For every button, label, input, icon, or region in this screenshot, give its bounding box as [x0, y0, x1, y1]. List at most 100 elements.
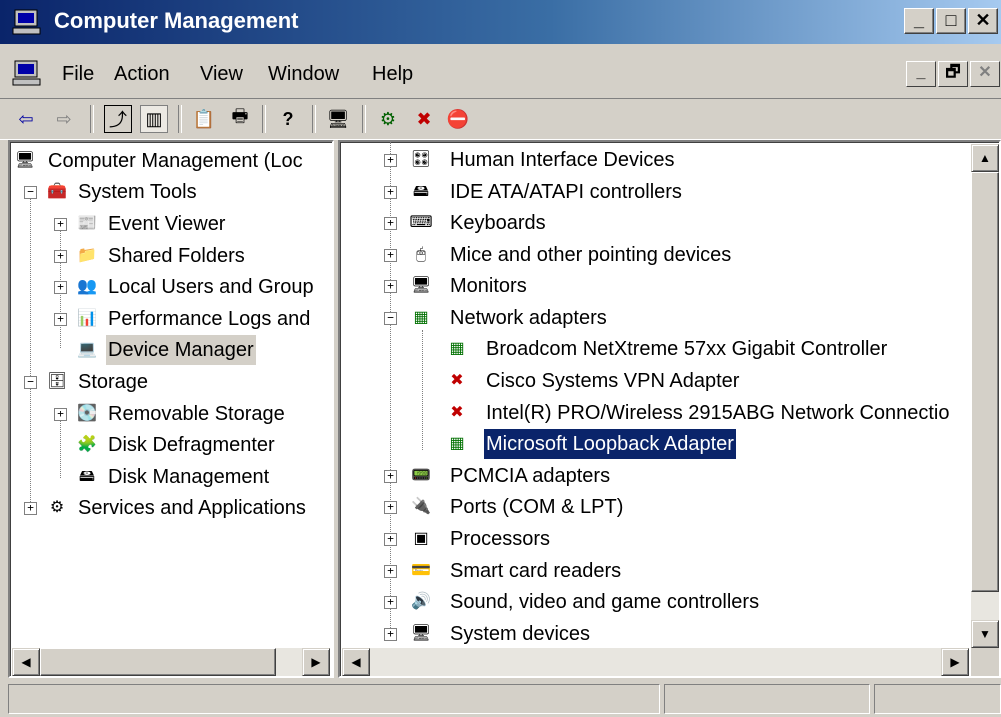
scroll-up-button[interactable]: ▲ [971, 144, 999, 172]
expand-toggle[interactable]: + [384, 565, 397, 578]
network-card-icon: ▦ [449, 340, 465, 357]
mouse-icon: 🖱 [416, 246, 426, 263]
tree-item-label: System Tools [78, 181, 197, 203]
expand-toggle[interactable]: + [54, 250, 67, 263]
update-driver-icon[interactable]: ⚙ [374, 105, 402, 133]
status-bar-panel-tertiary [874, 684, 1001, 714]
console-tree-pane[interactable]: 🖥 Computer Management (Loc − 🧰 System To… [8, 140, 334, 678]
tree-item-label: Device Manager [106, 335, 256, 365]
scroll-right-button[interactable]: ▶ [302, 648, 330, 676]
expand-toggle[interactable]: + [384, 533, 397, 546]
device-tree-pane[interactable]: + 🎛 Human Interface Devices + 🖴 IDE ATA/… [338, 140, 1001, 678]
computer-management-app-icon[interactable] [12, 8, 42, 36]
device-label: IDE ATA/ATAPI controllers [450, 181, 682, 203]
collapse-toggle[interactable]: − [384, 312, 397, 325]
disable-device-icon[interactable]: ⛔ [444, 105, 472, 133]
toolbar-separator [262, 105, 266, 133]
toolbar-separator [312, 105, 316, 133]
expand-toggle[interactable]: + [54, 313, 67, 326]
defragmenter-icon: 🧩 [77, 436, 97, 453]
menu-action[interactable]: Action [114, 63, 170, 86]
mdi-restore-button[interactable]: 🗗 [938, 61, 968, 87]
tools-icon: 🧰 [47, 183, 67, 200]
computer-icon: 🖥 [14, 152, 36, 169]
print-icon[interactable]: 🖶 [226, 105, 254, 133]
scroll-right-button[interactable]: ▶ [941, 648, 969, 676]
mdi-child-icon[interactable] [12, 59, 42, 87]
device-label: Sound, video and game controllers [450, 591, 760, 613]
performance-icon: 📊 [77, 310, 97, 327]
expand-toggle[interactable]: + [384, 217, 397, 230]
collapse-toggle[interactable]: − [24, 376, 37, 389]
expand-toggle[interactable]: + [384, 280, 397, 293]
device-label: Network adapters [450, 307, 607, 329]
menu-view[interactable]: View [200, 63, 243, 86]
expand-toggle[interactable]: + [54, 281, 67, 294]
mdi-close-button[interactable]: ✕ [970, 61, 1000, 87]
menu-help[interactable]: Help [372, 63, 413, 86]
tree-item-label: Performance Logs and [108, 308, 311, 330]
port-icon: 🔌 [411, 498, 431, 515]
keyboard-icon: ⌨ [409, 214, 433, 231]
show-hide-tree-icon[interactable]: ▥ [140, 105, 168, 133]
expand-toggle[interactable]: + [54, 218, 67, 231]
up-folder-icon[interactable]: ⤴ [104, 105, 132, 133]
expand-toggle[interactable]: + [384, 154, 397, 167]
title-bar[interactable]: Computer Management _ □ ✕ [0, 0, 1001, 44]
vertical-scroll-thumb[interactable] [971, 172, 999, 592]
device-label: Processors [450, 528, 551, 550]
menu-file[interactable]: File [62, 63, 94, 86]
expand-toggle[interactable]: + [384, 249, 397, 262]
properties-icon[interactable]: 📋 [190, 105, 218, 133]
uninstall-icon[interactable]: ✖ [410, 105, 438, 133]
horizontal-scroll-thumb[interactable] [40, 648, 276, 676]
device-label: Broadcom NetXtreme 57xx Gigabit Controll… [486, 338, 888, 360]
toolbar-separator [178, 105, 182, 133]
tree-item-label: Computer Management (Loc [48, 150, 303, 172]
mdi-minimize-button[interactable]: _ [906, 61, 936, 87]
scroll-corner [971, 648, 999, 676]
scan-hardware-icon[interactable]: 🖥 [324, 105, 352, 133]
horizontal-scroll-track[interactable] [370, 648, 941, 676]
expand-toggle[interactable]: + [24, 502, 37, 515]
expand-toggle[interactable]: + [384, 186, 397, 199]
tree-item-label: Local Users and Group [108, 276, 314, 298]
device-label-selected: Microsoft Loopback Adapter [483, 428, 737, 460]
menu-bar: File Action View Window Help [0, 55, 1001, 93]
tree-item-label: Disk Management [108, 466, 270, 488]
help-icon[interactable]: ? [274, 105, 302, 133]
expand-toggle[interactable]: + [384, 470, 397, 483]
expand-toggle[interactable]: + [54, 408, 67, 421]
close-button[interactable]: ✕ [968, 8, 998, 34]
smart-card-icon: 💳 [411, 562, 431, 579]
collapse-toggle[interactable]: − [24, 186, 37, 199]
device-label: System devices [450, 623, 591, 645]
toolbar: ⇦ ⇨ ⤴ ▥ 📋 🖶 ? 🖥 ⚙ ✖ ⛔ [0, 98, 1001, 140]
expand-toggle[interactable]: + [384, 628, 397, 641]
scroll-left-button[interactable]: ◀ [342, 648, 370, 676]
device-label: Cisco Systems VPN Adapter [486, 370, 740, 392]
tree-item-label: Event Viewer [108, 213, 226, 235]
expand-toggle[interactable]: + [384, 501, 397, 514]
pcmcia-icon: 📟 [411, 467, 431, 484]
scroll-down-button[interactable]: ▼ [971, 620, 999, 648]
network-card-icon: ▦ [449, 435, 465, 452]
event-viewer-icon: 📰 [77, 215, 97, 232]
minimize-button[interactable]: _ [904, 8, 934, 34]
hid-icon: 🎛 [410, 151, 432, 168]
system-device-icon: 🖥 [410, 625, 432, 642]
status-bar-panel-main [8, 684, 660, 714]
monitor-icon: 🖥 [410, 277, 432, 294]
toolbar-separator [90, 105, 94, 133]
forward-arrow-icon[interactable]: ⇨ [50, 105, 78, 133]
sound-icon: 🔊 [411, 593, 431, 610]
device-label: Mice and other pointing devices [450, 244, 732, 266]
disk-management-icon: 🖴 [78, 468, 96, 485]
device-manager-icon: 💻 [77, 341, 97, 358]
maximize-button[interactable]: □ [936, 8, 966, 34]
expand-toggle[interactable]: + [384, 596, 397, 609]
tree-item-label: Services and Applications [78, 497, 306, 519]
menu-window[interactable]: Window [268, 63, 339, 86]
back-arrow-icon[interactable]: ⇦ [12, 105, 40, 133]
scroll-left-button[interactable]: ◀ [12, 648, 40, 676]
